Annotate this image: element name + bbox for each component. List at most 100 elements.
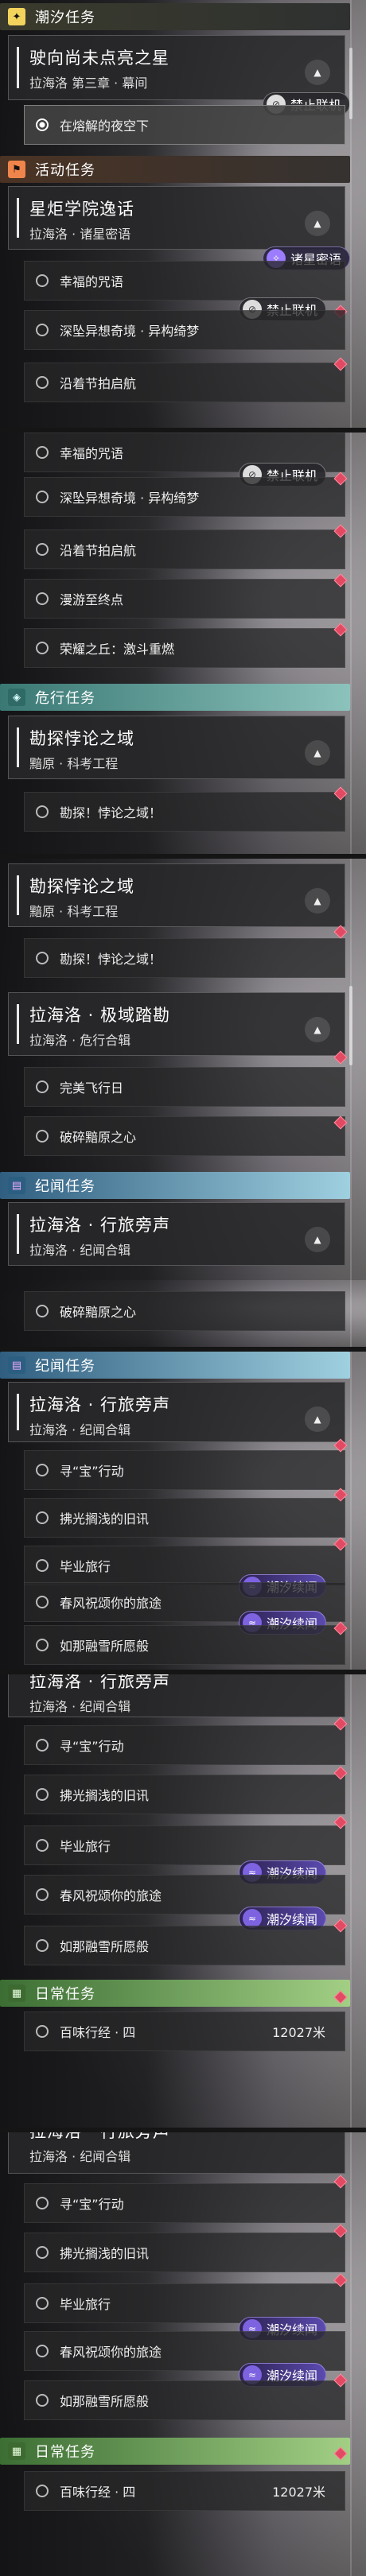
radio-icon (36, 1305, 49, 1317)
quest-title: 勘探悖论之域 (29, 729, 134, 748)
quest-card[interactable]: 勘探悖论之域 黯原 · 科考工程 ▲ (8, 863, 345, 927)
chevron-up-icon[interactable]: ▲ (305, 60, 330, 85)
chevron-up-icon[interactable]: ▲ (305, 211, 330, 236)
list-item[interactable]: 寻“宝”行动 (24, 2183, 345, 2223)
list-item[interactable]: 拂光搁浅的旧讯 (24, 1775, 345, 1814)
row-label: 拂光搁浅的旧讯 (60, 1511, 150, 1527)
quest-subtitle: 黯原 · 科考工程 (29, 756, 119, 771)
quest-subtitle: 拉海洛 · 纪闻合辑 (29, 1699, 131, 1714)
quest-subtitle: 拉海洛 · 纪闻合辑 (29, 1422, 131, 1437)
row-label: 深坠异想奇境 · 异构绮梦 (60, 324, 200, 339)
row-label: 破碎黯原之心 (60, 1130, 137, 1145)
row-label: 勘探！悖论之域！ (60, 805, 162, 821)
card-accent-bar (17, 47, 19, 88)
scrollbar[interactable] (349, 986, 352, 1065)
list-item[interactable]: 毕业旅行 (24, 1825, 345, 1865)
list-item[interactable]: 拂光搁浅的旧讯 (24, 1498, 345, 1538)
list-item[interactable]: 沿着节拍启航 (24, 530, 345, 569)
shield-icon: ◈ (8, 689, 25, 706)
list-item[interactable]: 在熔解的夜空下 (24, 105, 345, 145)
radio-icon (36, 1739, 49, 1752)
row-label: 毕业旅行 (60, 2297, 111, 2312)
section-header-daily[interactable]: ▦ 日常任务 (0, 1980, 350, 2007)
list-item[interactable]: 荣耀之丘：激斗重燃 (24, 628, 345, 668)
screen-strip-4: 破碎黯原之心 (0, 1280, 366, 1348)
row-label: 在熔解的夜空下 (60, 118, 150, 134)
radio-icon (36, 1639, 49, 1651)
list-item[interactable]: 百味行经 · 四 12027米 (24, 2012, 345, 2051)
quest-card[interactable]: 拉海洛 · 极域踏勘 拉海洛 · 危行合辑 ▲ (8, 992, 345, 1056)
quest-card[interactable]: 驶向尚未点亮之星 拉海洛 第三章 · 幕间 ▲ (8, 35, 345, 100)
radio-icon (36, 118, 49, 131)
row-label: 沿着节拍启航 (60, 543, 137, 558)
list-item[interactable]: 漫游至终点 (24, 579, 345, 619)
quest-card[interactable]: 星炬学院逸话 拉海洛 · 诸星密语 ▲ (8, 186, 345, 250)
list-item[interactable]: 如那融雪所愿般 (24, 1926, 345, 1965)
list-item[interactable]: 百味行经 · 四 12027米 (24, 2471, 345, 2511)
screen-strip-2: 幸福的咒语 ⊘ 禁止联机 深坠异想奇境 · 异构绮梦 沿着节拍启航 漫游至终点 荣… (0, 433, 366, 854)
radio-icon (36, 324, 49, 336)
section-header-danger[interactable]: ◈ 危行任务 (0, 684, 350, 711)
list-item[interactable]: 沿着节拍启航 (24, 363, 345, 402)
list-item[interactable]: 幸福的咒语 (24, 261, 345, 301)
section-header-chronicle[interactable]: ▤ 纪闻任务 (0, 1172, 350, 1199)
radio-icon (36, 2394, 49, 2407)
list-item[interactable]: 寻“宝”行动 (24, 1725, 345, 1765)
list-item[interactable]: 如那融雪所愿般 (24, 2380, 345, 2420)
radio-icon (36, 592, 49, 605)
row-label: 幸福的咒语 (60, 446, 124, 461)
list-item[interactable]: 拂光搁浅的旧讯 (24, 2233, 345, 2272)
radio-icon (36, 1130, 49, 1143)
calendar-icon: ▦ (8, 2442, 25, 2460)
radio-icon (36, 1080, 49, 1093)
quest-subtitle: 拉海洛 · 纪闻合辑 (29, 2149, 131, 2164)
list-item[interactable]: 如那融雪所愿般 (24, 1625, 345, 1665)
sparkle-icon: ✦ (8, 8, 25, 25)
card-accent-bar (17, 727, 19, 767)
radio-icon (36, 1464, 49, 1476)
quest-subtitle: 拉海洛 · 危行合辑 (29, 1033, 131, 1048)
quest-card[interactable]: 拉海洛 · 行旅旁声 拉海洛 · 纪闻合辑 ▲ (8, 1382, 345, 1442)
chevron-up-icon[interactable]: ▲ (305, 740, 330, 766)
quest-card[interactable]: 拉海洛 · 行旅旁声 拉海洛 · 纪闻合辑 (8, 2132, 345, 2174)
row-label: 百味行经 · 四 (60, 2025, 136, 2040)
row-label: 深坠异想奇境 · 异构绮梦 (60, 491, 200, 506)
list-item[interactable]: 勘探！悖论之域！ (24, 938, 345, 978)
quest-card[interactable]: 拉海洛 · 行旅旁声 拉海洛 · 纪闻合辑 ▲ (8, 1202, 345, 1266)
list-item[interactable]: 破碎黯原之心 (24, 1116, 345, 1156)
quest-title: 拉海洛 · 极域踏勘 (29, 1006, 171, 1025)
quest-subtitle: 黯原 · 科考工程 (29, 904, 119, 919)
chevron-up-icon[interactable]: ▲ (305, 888, 330, 914)
radio-icon (36, 1511, 49, 1524)
row-label: 如那融雪所愿般 (60, 1639, 150, 1654)
quest-card[interactable]: 勘探悖论之域 黯原 · 科考工程 ▲ (8, 716, 345, 779)
list-item[interactable]: 深坠异想奇境 · 异构绮梦 (24, 310, 345, 350)
section-header-daily[interactable]: ▦ 日常任务 (0, 2438, 350, 2465)
section-title: 潮汐任务 (35, 10, 95, 26)
list-item[interactable]: 完美飞行日 (24, 1067, 345, 1107)
section-header-event[interactable]: ⚑ 活动任务 (0, 156, 350, 183)
section-header-chronicle[interactable]: ▤ 纪闻任务 (0, 1352, 350, 1379)
list-item[interactable]: 寻“宝”行动 (24, 1450, 345, 1490)
quest-title: 驶向尚未点亮之星 (29, 48, 169, 68)
screen-strip-1: ✦ 潮汐任务 驶向尚未点亮之星 拉海洛 第三章 · 幕间 ▲ ⊘禁止联机 在熔解… (0, 0, 366, 429)
chevron-up-icon[interactable]: ▲ (305, 1227, 330, 1252)
scrollbar[interactable] (349, 48, 352, 119)
list-item[interactable]: 破碎黯原之心 (24, 1291, 345, 1331)
screen-strip-5: ▤ 纪闻任务 拉海洛 · 行旅旁声 拉海洛 · 纪闻合辑 ▲ 寻“宝”行动 拂光… (0, 1352, 366, 1671)
radio-icon (36, 274, 49, 287)
section-header-tide[interactable]: ✦ 潮汐任务 (0, 3, 350, 30)
chevron-up-icon[interactable]: ▲ (305, 1017, 330, 1042)
list-item[interactable]: 深坠异想奇境 · 异构绮梦 (24, 477, 345, 517)
radio-icon (36, 376, 49, 389)
card-accent-bar (17, 1394, 19, 1430)
list-item[interactable]: 勘探！悖论之域！ (24, 792, 345, 832)
chevron-up-icon[interactable]: ▲ (305, 1406, 330, 1432)
row-label: 拂光搁浅的旧讯 (60, 1788, 150, 1803)
radio-icon (36, 1939, 49, 1952)
quest-card[interactable]: 拉海洛 · 行旅旁声 拉海洛 · 纪闻合辑 (8, 1674, 345, 1717)
calendar-icon: ▦ (8, 1984, 25, 2002)
distance-value: 12027米 (272, 2025, 325, 2040)
row-label: 毕业旅行 (60, 1559, 111, 1574)
radio-icon (36, 2197, 49, 2209)
